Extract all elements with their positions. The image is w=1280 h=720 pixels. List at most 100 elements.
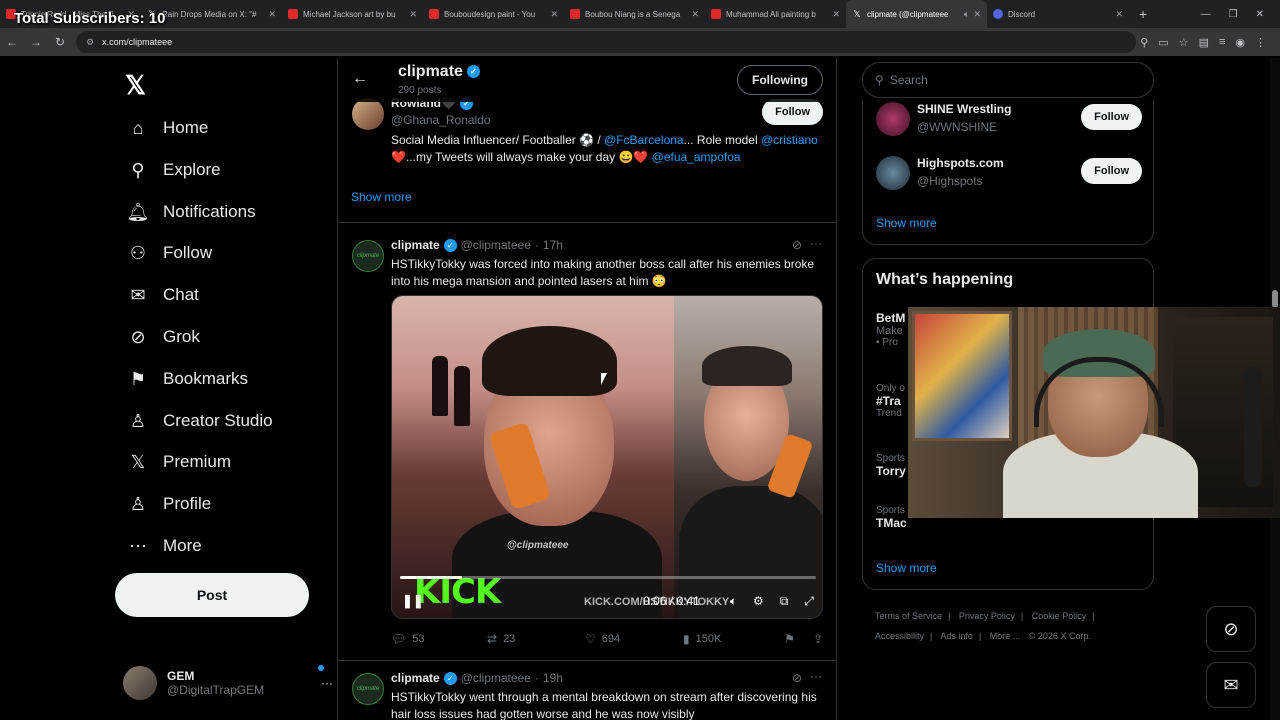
footer-link[interactable]: Ads info (940, 631, 973, 641)
nav-more[interactable]: ⋯ More (125, 526, 202, 566)
nav-premium[interactable]: 𝕏 Premium (125, 442, 231, 482)
close-icon[interactable]: ✕ (268, 9, 276, 20)
cast-icon[interactable]: ▭ (1158, 36, 1168, 49)
nav-chat[interactable]: ✉ Chat (125, 275, 198, 315)
grok-icon[interactable]: ⊘ (792, 671, 802, 685)
media-icon[interactable]: ≡ (1219, 36, 1225, 49)
show-more-link[interactable]: Show more (351, 190, 412, 204)
microphone (1244, 367, 1262, 487)
bookmark-button[interactable]: ⚑ (784, 632, 795, 646)
close-icon[interactable]: ✕ (1115, 9, 1123, 20)
reload-icon[interactable]: ↻ (48, 35, 72, 49)
close-icon[interactable]: ✕ (832, 9, 840, 20)
pip-icon[interactable]: ⧉ (780, 594, 789, 609)
messages-fab-button[interactable]: ✉ (1206, 662, 1256, 708)
video-progress-bar[interactable] (400, 576, 816, 579)
maximize-icon[interactable]: ❐ (1229, 9, 1238, 20)
repost-button[interactable]: ⇄ 23 (487, 632, 585, 646)
menu-icon[interactable]: ⋮ (1255, 36, 1266, 49)
close-window-icon[interactable]: ✕ (1256, 9, 1264, 20)
mention-link[interactable]: @cristiano (761, 133, 818, 147)
search-input[interactable]: ⚲ Search (862, 62, 1154, 98)
close-icon[interactable]: ✕ (409, 9, 417, 20)
avatar (876, 102, 910, 136)
nav-follow[interactable]: ⚇ Follow (125, 233, 212, 273)
trend-item[interactable]: Sports TMac (876, 505, 907, 530)
follow-suggestion[interactable]: Highspots.com @Highspots Follow (876, 154, 1142, 198)
nav-creator-studio[interactable]: ♙ Creator Studio (125, 401, 273, 441)
footer-link[interactable]: Cookie Policy (1032, 611, 1087, 621)
show-more-link[interactable]: Show more (876, 561, 937, 575)
following-button[interactable]: Following (737, 65, 823, 95)
account-switcher[interactable]: GEM @DigitalTrapGEM ··· (123, 663, 333, 703)
video-time: 0:06 / 0:41 (643, 594, 700, 608)
browser-tab[interactable]: Discord ✕ (987, 0, 1129, 28)
avatar[interactable]: clipmate (352, 240, 384, 272)
minimize-icon[interactable]: — (1201, 9, 1211, 20)
footer-link[interactable]: Privacy Policy (959, 611, 1015, 621)
post-button[interactable]: Post (115, 573, 309, 617)
grok-fab-button[interactable]: ⊘ (1206, 606, 1256, 652)
volume-icon[interactable]: 🔈︎ (730, 594, 737, 609)
browser-tab[interactable]: Bouboudesign paint - You ✕ (423, 0, 564, 28)
reply-button[interactable]: 💬︎ 53 (391, 632, 487, 646)
sidebar-icon[interactable]: ▤ (1199, 36, 1209, 49)
follow-button[interactable]: Follow (1081, 104, 1142, 130)
trend-item[interactable]: BetM Make ▪ Pro (876, 311, 905, 348)
avatar[interactable] (352, 98, 384, 130)
back-arrow-icon[interactable]: ← (352, 70, 368, 88)
nav-notifications[interactable]: 🔔︎ Notifications (125, 192, 256, 232)
browser-tab-active[interactable]: 𝕏clipmate (@clipmateee 🔈︎ ✕ (846, 0, 987, 28)
footer-link[interactable]: More ... (990, 631, 1021, 641)
trend-item[interactable]: Sports Torry (876, 453, 906, 478)
footer-link[interactable]: Terms of Service (875, 611, 942, 621)
show-more-link[interactable]: Show more (876, 216, 937, 230)
nav-grok[interactable]: ⊘ Grok (125, 317, 199, 357)
trend-item[interactable]: Only o #Tra Trend (876, 383, 905, 419)
speaker-icon[interactable]: 🔈︎ (964, 9, 969, 20)
new-tab-button[interactable]: + (1129, 6, 1157, 22)
browser-tab[interactable]: Muhammad Ali painting b ✕ (705, 0, 846, 28)
grok-icon[interactable]: ⊘ (792, 238, 802, 252)
follow-button[interactable]: Follow (1081, 158, 1142, 184)
tweet-time[interactable]: 17h (543, 238, 563, 252)
profile-icon[interactable]: ◉ (1235, 36, 1245, 49)
like-button[interactable]: ♡ 694 (585, 632, 683, 646)
nav-bookmarks[interactable]: ⚑ Bookmarks (125, 359, 248, 399)
back-icon[interactable]: ← (0, 35, 24, 49)
follow-button[interactable]: Follow (762, 99, 823, 125)
nav-explore[interactable]: ⚲ Explore (125, 150, 220, 190)
browser-tab[interactable]: Boubou Niang is a Senega ✕ (564, 0, 705, 28)
settings-icon[interactable]: ⚙ (753, 594, 764, 608)
more-icon[interactable]: ··· (810, 236, 822, 250)
views-button[interactable]: ▮ 150K (683, 632, 767, 646)
nav-profile[interactable]: ♙ Profile (125, 484, 211, 524)
footer-link[interactable]: Accessibility (875, 631, 924, 641)
fullscreen-icon[interactable]: ⤢ (804, 594, 814, 609)
scrollbar-thumb[interactable] (1272, 290, 1278, 308)
avatar (876, 156, 910, 190)
person-icon: ♙ (129, 493, 147, 514)
follow-suggestion[interactable]: SHINE Wrestling @WWNSHINE Follow (876, 100, 1142, 144)
more-icon[interactable]: ··· (321, 676, 333, 690)
site-info-icon[interactable]: ⚙ (86, 37, 94, 48)
tweet-time[interactable]: 19h (543, 671, 563, 685)
mention-link[interactable]: @efua_ampofoa (652, 150, 741, 164)
video-player[interactable]: @clipmateee KICK KICK.COM/HSTIKKYTOKKY ❚… (391, 295, 823, 619)
bookmark-star-icon[interactable]: ☆ (1179, 36, 1189, 49)
avatar[interactable]: clipmate (352, 673, 384, 705)
more-icon[interactable]: ··· (810, 669, 822, 683)
nav-home[interactable]: ⌂ Home (125, 108, 209, 148)
x-logo-icon[interactable]: 𝕏 (125, 70, 146, 101)
mention-link[interactable]: @FcBarcelona (604, 133, 684, 147)
close-icon[interactable]: ✕ (973, 9, 981, 20)
share-button[interactable]: ⇪ (813, 632, 823, 646)
pause-icon[interactable]: ❚❚ (402, 593, 424, 609)
grok-icon: ⊘ (1223, 618, 1239, 639)
close-icon[interactable]: ✕ (550, 9, 558, 20)
forward-icon[interactable]: → (24, 35, 48, 49)
url-field[interactable]: ⚙ x.com/clipmateee (76, 31, 1136, 53)
zoom-icon[interactable]: ⚲ (1140, 36, 1148, 49)
browser-tab[interactable]: Michael Jackson art by bu ✕ (282, 0, 423, 28)
close-icon[interactable]: ✕ (691, 9, 699, 20)
